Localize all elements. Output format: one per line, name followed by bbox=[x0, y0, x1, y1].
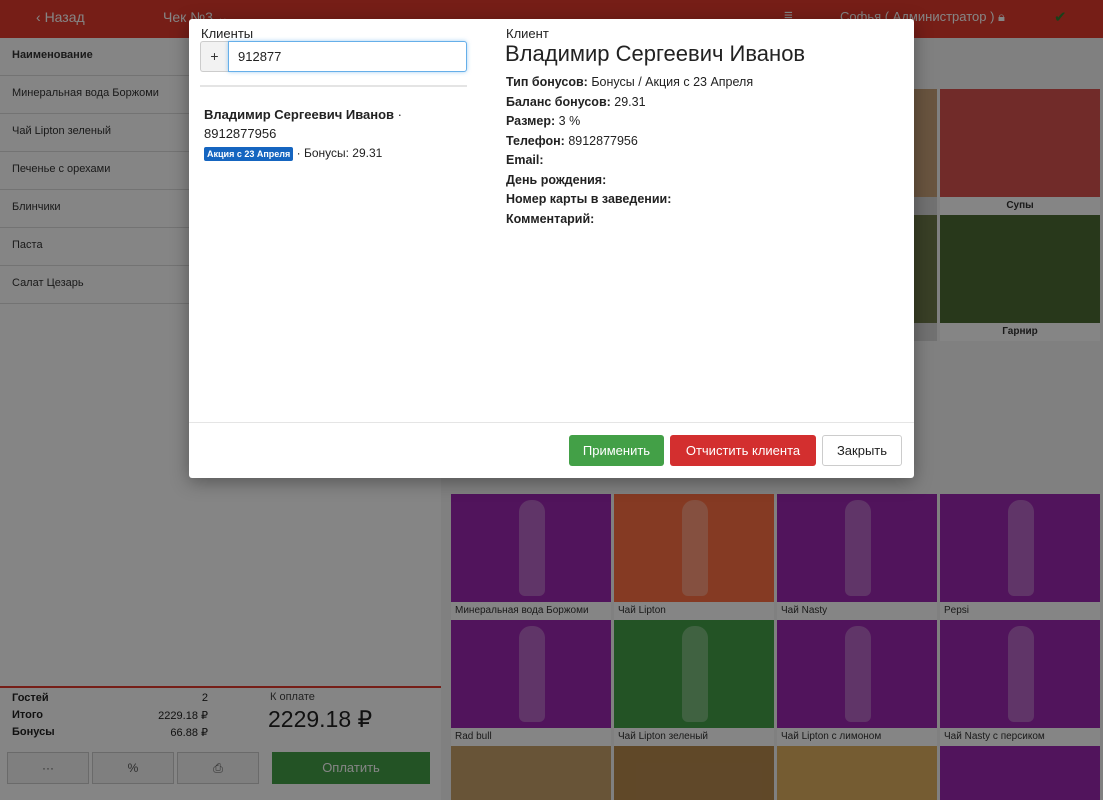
field-comment: Комментарий: bbox=[506, 211, 595, 226]
client-result-name: Владимир Сергеевич Иванов · 8912877956 bbox=[204, 105, 444, 143]
field-birthday: День рождения: bbox=[506, 172, 607, 187]
add-client-button[interactable]: + bbox=[200, 41, 228, 72]
bonus-separator: · bbox=[296, 146, 304, 160]
field-bonus-type: Тип бонусов: Бонусы / Акция с 23 Апреля bbox=[506, 75, 754, 89]
promo-badge: Акция с 23 Апреля bbox=[204, 146, 294, 161]
clients-title: Клиенты bbox=[201, 26, 254, 41]
divider bbox=[200, 85, 467, 87]
field-size: Размер: 3 % bbox=[506, 114, 581, 128]
client-modal: Клиенты + Владимир Сергеевич Иванов · 89… bbox=[189, 19, 914, 478]
clear-client-button[interactable]: Отчистить клиента bbox=[670, 435, 816, 466]
field-card-number: Номер карты в заведении: bbox=[506, 192, 672, 206]
client-section-label: Клиент bbox=[506, 26, 549, 41]
client-search-input[interactable] bbox=[228, 41, 467, 72]
apply-button[interactable]: Применить bbox=[569, 435, 664, 466]
client-result-meta: Акция с 23 Апреля · Бонусы: 29.31 bbox=[204, 146, 444, 161]
client-details: Тип бонусов: Бонусы / Акция с 23 Апреля … bbox=[506, 73, 753, 229]
close-button[interactable]: Закрыть bbox=[822, 435, 902, 466]
client-name-heading: Владимир Сергеевич Иванов bbox=[505, 41, 806, 66]
client-result-item[interactable]: Владимир Сергеевич Иванов · 8912877956 А… bbox=[204, 105, 444, 161]
field-bonus-balance: Баланс бонусов: 29.31 bbox=[506, 94, 646, 109]
modal-footer bbox=[189, 422, 914, 423]
field-phone: Телефон: 8912877956 bbox=[506, 133, 638, 148]
client-result-bonus: Бонусы: 29.31 bbox=[303, 146, 383, 160]
client-result-fullname: Владимир Сергеевич Иванов bbox=[204, 107, 395, 122]
field-email: Email: bbox=[506, 153, 544, 167]
client-search: + bbox=[200, 41, 467, 72]
